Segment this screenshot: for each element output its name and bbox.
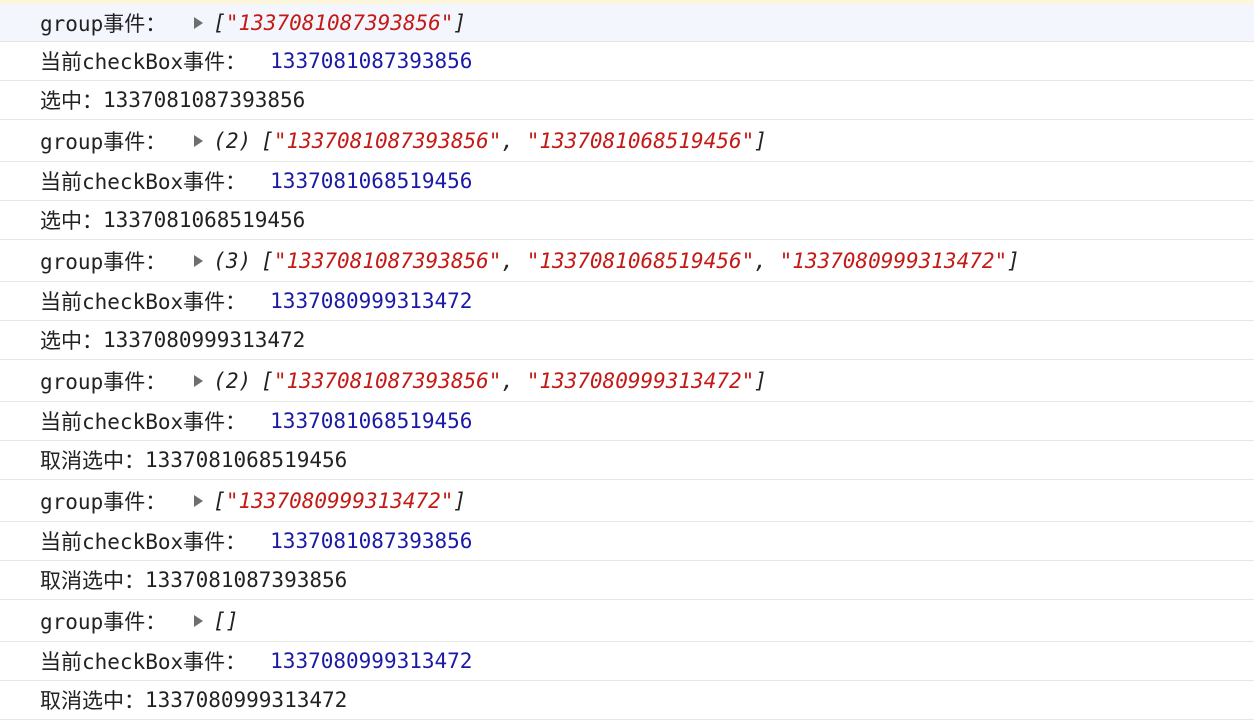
array-separator: ,	[501, 128, 527, 153]
array-preview[interactable]: (3) ["1337081087393856", "133708106851945…	[213, 249, 1020, 273]
array-preview[interactable]: (2) ["1337081087393856", "133708099931347…	[213, 369, 767, 393]
console-row-checkbox: 当前checkBox事件： 1337080999313472	[0, 282, 1254, 321]
checkbox-id: 1337081087393856	[270, 49, 473, 73]
array-item: "1337080999313472"	[526, 368, 755, 393]
console-row-group: group事件： ["1337081087393856"]	[0, 4, 1254, 42]
selection-label: 取消选中：	[40, 569, 145, 593]
console-row-group: group事件： (3) ["1337081087393856", "1337081…	[0, 240, 1254, 282]
triangle-right-icon[interactable]	[194, 374, 204, 387]
selection-label: 取消选中：	[40, 689, 145, 713]
console-row-selection: 取消选中： 1337081087393856	[0, 561, 1254, 600]
array-item: "1337081068519456"	[526, 248, 755, 273]
checkbox-id: 1337081087393856	[270, 529, 473, 553]
console-row-group: group事件： (2) ["1337081087393856", "1337080…	[0, 360, 1254, 402]
array-count: (2)	[213, 368, 252, 393]
console-row-checkbox: 当前checkBox事件： 1337081068519456	[0, 162, 1254, 201]
console-row-selection: 取消选中： 1337081068519456	[0, 441, 1254, 480]
array-close-bracket: ]	[754, 128, 767, 153]
checkbox-id: 1337081068519456	[270, 169, 473, 193]
triangle-right-icon[interactable]	[194, 614, 204, 627]
selection-label: 取消选中：	[40, 449, 145, 473]
checkbox-id: 1337080999313472	[270, 649, 473, 673]
array-item: "1337081087393856"	[273, 248, 502, 273]
console-row-checkbox: 当前checkBox事件： 1337081087393856	[0, 42, 1254, 81]
array-preview[interactable]: (2) ["1337081087393856", "133708106851945…	[213, 129, 767, 153]
console-row-checkbox: 当前checkBox事件： 1337081068519456	[0, 402, 1254, 441]
console-row-group: group事件： ["1337080999313472"]	[0, 480, 1254, 522]
checkbox-id: 1337080999313472	[270, 289, 473, 313]
array-open-bracket: [	[261, 248, 274, 273]
console-row-selection: 选中： 1337081087393856	[0, 81, 1254, 120]
group-label: group事件：	[40, 369, 167, 394]
selection-id: 1337081087393856	[145, 568, 348, 592]
selection-id: 1337081068519456	[145, 448, 348, 472]
array-separator: ,	[754, 248, 780, 273]
checkbox-label: 当前checkBox事件：	[40, 170, 247, 194]
console-row-selection: 选中： 1337080999313472	[0, 321, 1254, 360]
array-preview[interactable]: ["1337080999313472"]	[213, 489, 466, 513]
triangle-right-icon[interactable]	[194, 16, 204, 29]
checkbox-label: 当前checkBox事件：	[40, 530, 247, 554]
array-close-bracket: ]	[1007, 248, 1020, 273]
console-row-selection: 选中： 1337081068519456	[0, 201, 1254, 240]
array-item: "1337081087393856"	[225, 10, 454, 35]
array-separator: ,	[501, 368, 527, 393]
array-close-bracket: ]	[453, 10, 467, 35]
triangle-right-icon[interactable]	[194, 494, 204, 507]
array-close-bracket: ]	[225, 608, 239, 633]
array-item: "1337081087393856"	[273, 368, 502, 393]
array-open-bracket: [	[261, 128, 274, 153]
array-item: "1337080999313472"	[225, 488, 454, 513]
console-log: group事件： ["1337081087393856"] 当前checkBox事件…	[0, 4, 1254, 720]
array-open-bracket: [	[261, 368, 274, 393]
selection-id: 1337081068519456	[103, 208, 306, 232]
selection-label: 选中：	[40, 89, 103, 113]
checkbox-id: 1337081068519456	[270, 409, 473, 433]
checkbox-label: 当前checkBox事件：	[40, 650, 247, 674]
array-count: (3)	[213, 248, 252, 273]
array-open-bracket: [	[213, 608, 226, 633]
array-item: "1337081068519456"	[526, 128, 755, 153]
array-close-bracket: ]	[754, 368, 767, 393]
checkbox-label: 当前checkBox事件：	[40, 410, 247, 434]
group-label: group事件：	[40, 609, 167, 634]
console-row-group: group事件： []	[0, 600, 1254, 642]
checkbox-label: 当前checkBox事件：	[40, 290, 247, 314]
array-preview[interactable]: ["1337081087393856"]	[213, 11, 466, 35]
array-count: (2)	[213, 128, 252, 153]
array-item: "1337080999313472"	[779, 248, 1008, 273]
array-preview[interactable]: []	[213, 609, 238, 633]
selection-id: 1337081087393856	[103, 88, 306, 112]
checkbox-label: 当前checkBox事件：	[40, 50, 247, 74]
group-label: group事件：	[40, 11, 167, 36]
array-open-bracket: [	[213, 10, 226, 35]
array-close-bracket: ]	[453, 488, 467, 513]
selection-label: 选中：	[40, 209, 103, 233]
array-separator: ,	[501, 248, 527, 273]
console-row-checkbox: 当前checkBox事件： 1337081087393856	[0, 522, 1254, 561]
console-row-group: group事件： (2) ["1337081087393856", "1337081…	[0, 120, 1254, 162]
group-label: group事件：	[40, 129, 167, 154]
selection-label: 选中：	[40, 329, 103, 353]
triangle-right-icon[interactable]	[194, 134, 204, 147]
array-item: "1337081087393856"	[273, 128, 502, 153]
console-row-selection: 取消选中： 1337080999313472	[0, 681, 1254, 720]
selection-id: 1337080999313472	[103, 328, 306, 352]
group-label: group事件：	[40, 249, 167, 274]
array-open-bracket: [	[213, 488, 226, 513]
group-label: group事件：	[40, 489, 167, 514]
triangle-right-icon[interactable]	[194, 254, 204, 267]
selection-id: 1337080999313472	[145, 688, 348, 712]
console-row-checkbox: 当前checkBox事件： 1337080999313472	[0, 642, 1254, 681]
